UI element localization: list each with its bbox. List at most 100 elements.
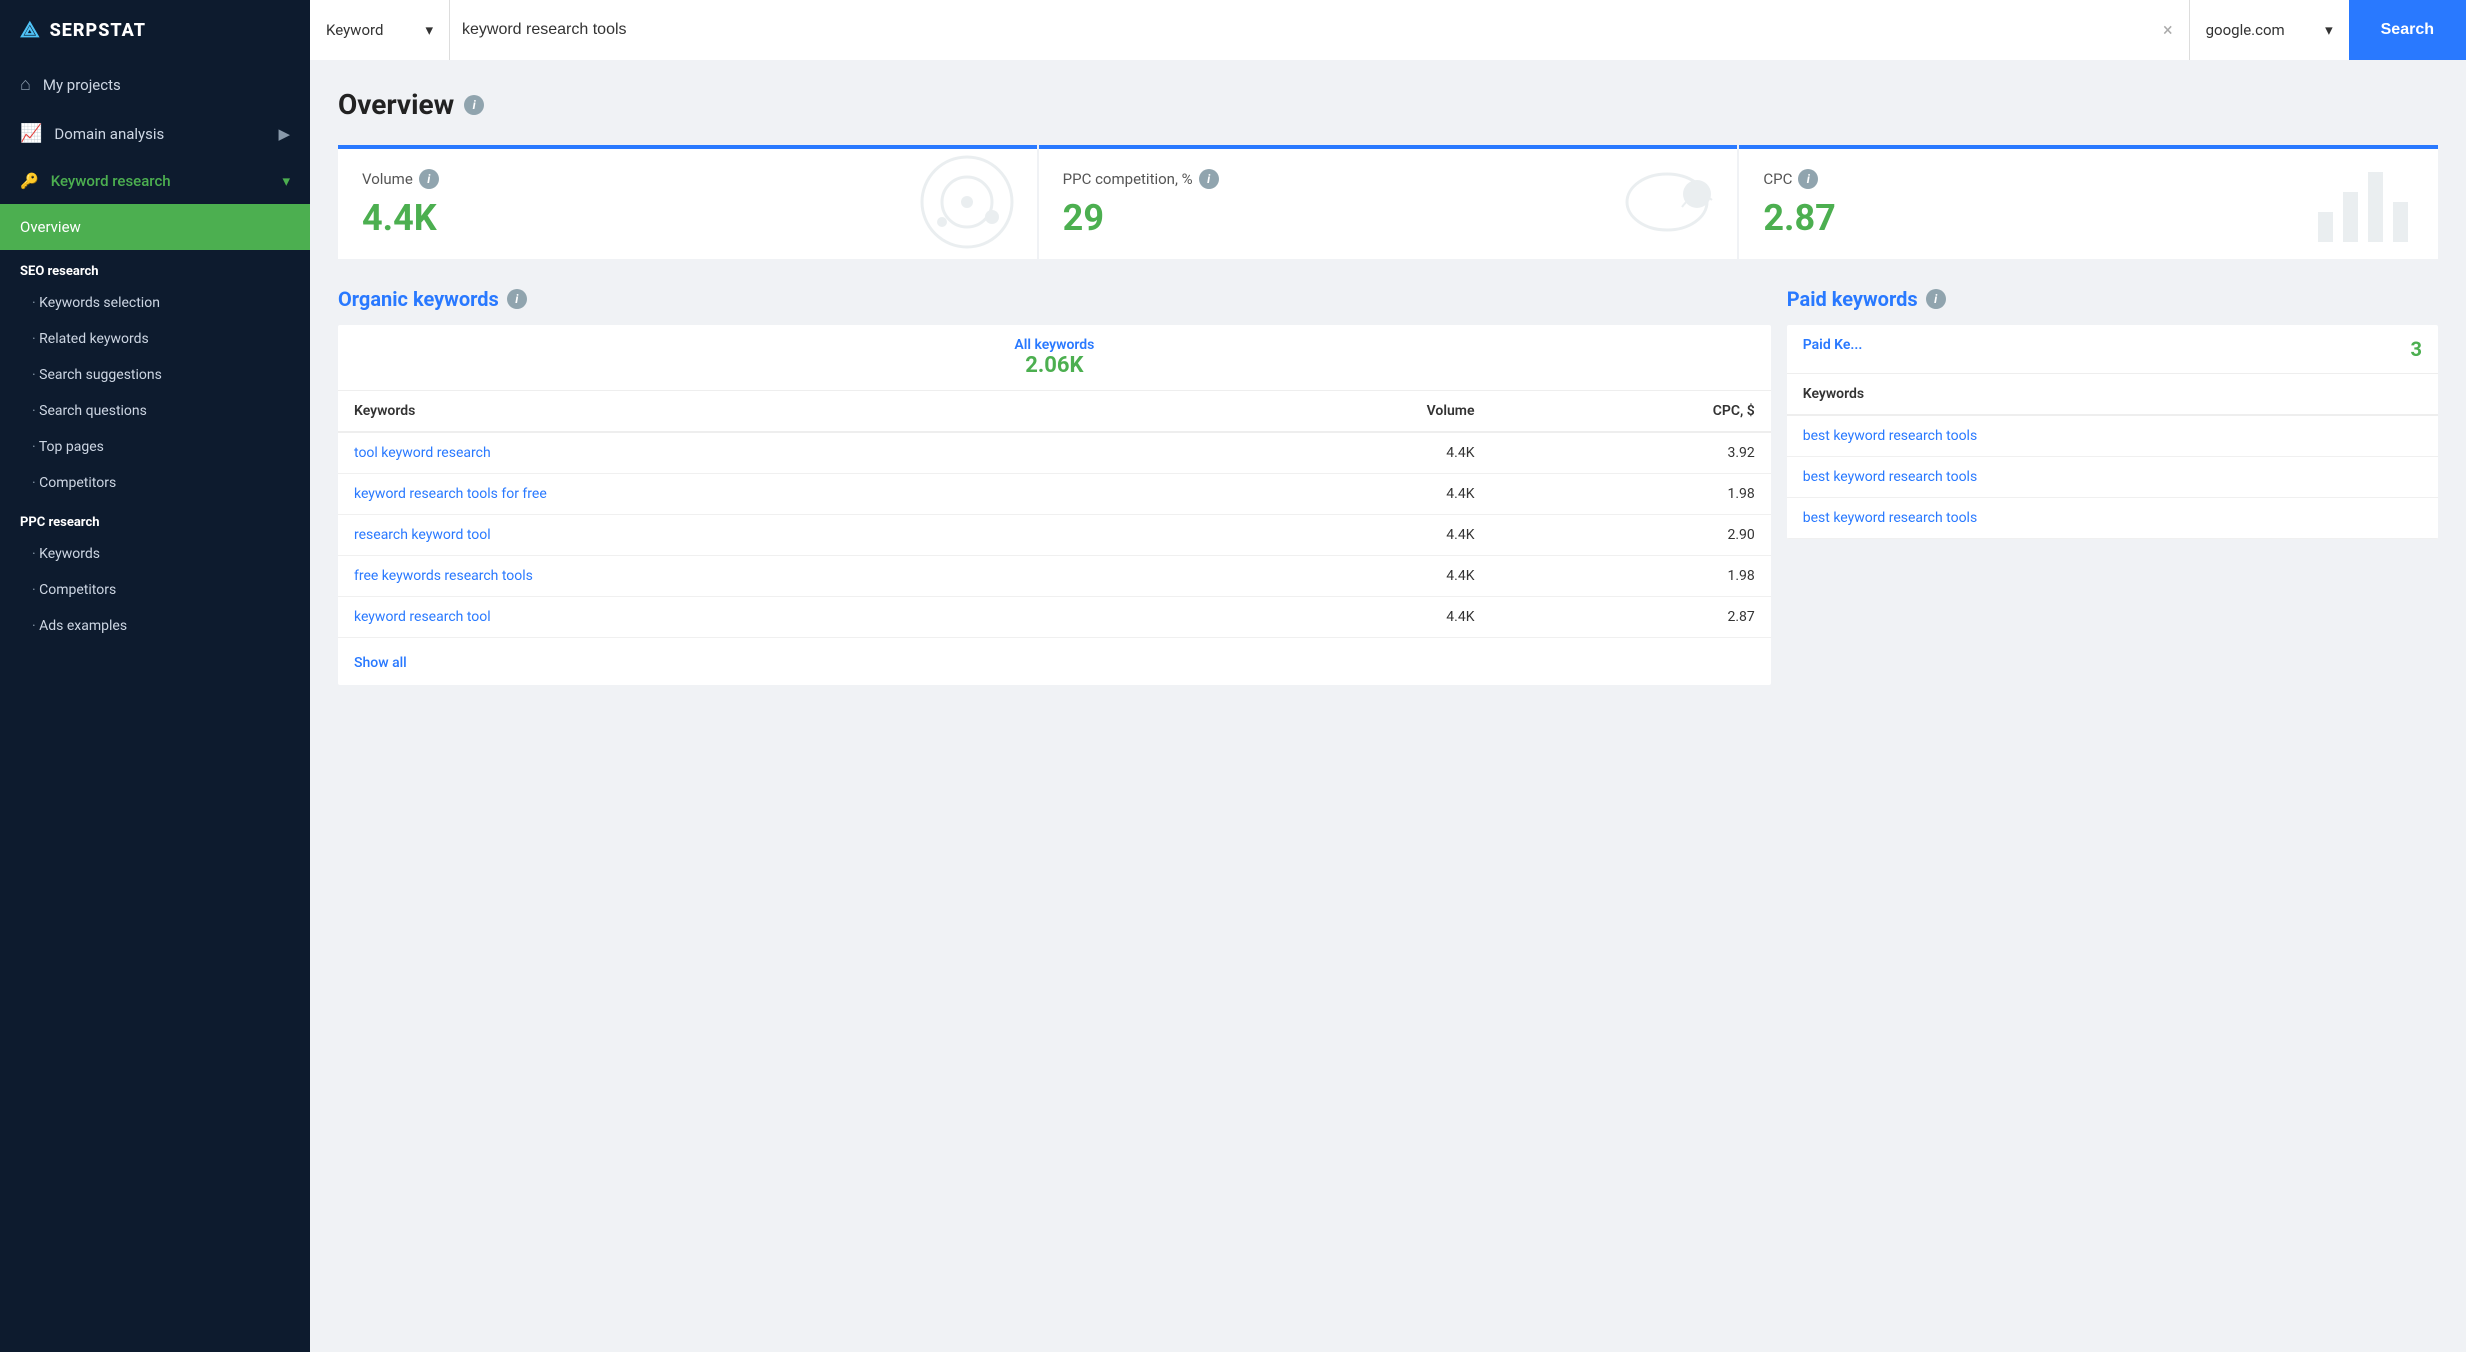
table-row: tool keyword research 4.4K 3.92 — [338, 432, 1771, 474]
paid-keyword-cell: best keyword research tools — [1787, 498, 2438, 539]
ppc-research-header: PPC research — [0, 501, 310, 536]
all-keywords-label: All keywords — [350, 337, 1759, 353]
sidebar-label-my-projects: My projects — [43, 76, 121, 94]
main-content: Overview i Volume i 4.4K — [310, 60, 2466, 1352]
paid-section-title: Paid keywords i — [1787, 287, 2438, 311]
stat-cards: Volume i 4.4K — [338, 145, 2438, 259]
search-type-dropdown[interactable]: Keyword ▾ — [310, 0, 450, 60]
show-all-row: Show all — [338, 638, 1771, 685]
volume-cell: 4.4K — [1188, 556, 1490, 597]
table-row: keyword research tool 4.4K 2.87 — [338, 597, 1771, 638]
chevron-down-icon: ▾ — [425, 21, 433, 39]
sidebar-item-overview[interactable]: Overview — [0, 204, 310, 250]
paid-table-card: Paid Ke... 3 Keywords best keyword resea… — [1787, 325, 2438, 539]
search-type-label: Keyword — [326, 21, 383, 39]
paid-info-icon[interactable]: i — [1926, 289, 1946, 309]
sidebar-item-search-suggestions[interactable]: Search suggestions — [0, 357, 310, 393]
ppc-label: PPC competition, % — [1063, 170, 1193, 188]
organic-table: Keywords Volume CPC, $ tool keyword rese… — [338, 391, 1771, 638]
stat-card-volume: Volume i 4.4K — [338, 145, 1037, 259]
table-row: research keyword tool 4.4K 2.90 — [338, 515, 1771, 556]
sidebar-label-domain-analysis: Domain analysis — [54, 125, 164, 143]
logo-icon: ⟁ — [20, 18, 40, 43]
sidebar: ⌂ My projects 📈 Domain analysis ▶ 🔑 Keyw… — [0, 60, 310, 1352]
keyword-cell: tool keyword research — [338, 432, 1188, 474]
cpc-deco-icon — [2308, 152, 2428, 256]
logo-area: ⟁ SERPSTAT — [0, 18, 310, 43]
sidebar-item-search-questions[interactable]: Search questions — [0, 393, 310, 429]
show-all-link[interactable]: Show all — [354, 655, 407, 671]
table-row: best keyword research tools — [1787, 415, 2438, 457]
page-title: Overview i — [338, 88, 2438, 121]
volume-info-icon[interactable]: i — [419, 169, 439, 189]
paid-table: Keywords best keyword research tools bes… — [1787, 374, 2438, 539]
sidebar-item-ppc-competitors[interactable]: Competitors — [0, 572, 310, 608]
keyword-cell: keyword research tool — [338, 597, 1188, 638]
chart-icon: 📈 — [20, 123, 42, 144]
organic-col: Organic keywords i All keywords 2.06K Ke… — [338, 287, 1771, 685]
organic-info-icon[interactable]: i — [507, 289, 527, 309]
overview-info-icon[interactable]: i — [464, 95, 484, 115]
volume-cell: 4.4K — [1188, 474, 1490, 515]
seo-research-header: SEO research — [0, 250, 310, 285]
logo-text: SERPSTAT — [50, 20, 146, 41]
volume-deco-icon — [907, 152, 1027, 256]
cpc-label: CPC — [1763, 170, 1792, 188]
sidebar-item-my-projects[interactable]: ⌂ My projects — [0, 60, 310, 109]
cpc-cell: 2.87 — [1491, 597, 1771, 638]
engine-label: google.com — [2206, 21, 2285, 39]
volume-cell: 4.4K — [1188, 432, 1490, 474]
chevron-right-icon: ▶ — [278, 125, 290, 143]
search-button[interactable]: Search — [2349, 0, 2466, 60]
volume-label: Volume — [362, 170, 413, 188]
table-row: best keyword research tools — [1787, 498, 2438, 539]
volume-cell: 4.4K — [1188, 597, 1490, 638]
cpc-cell: 1.98 — [1491, 556, 1771, 597]
cpc-info-icon[interactable]: i — [1798, 169, 1818, 189]
col-header-cpc: CPC, $ — [1491, 391, 1771, 432]
table-row: best keyword research tools — [1787, 457, 2438, 498]
search-bar: Keyword ▾ × google.com ▾ Search — [310, 0, 2466, 60]
paid-header-row: Paid Ke... 3 — [1787, 325, 2438, 374]
paid-keywords-label: Paid Ke... — [1803, 337, 1863, 361]
sidebar-item-domain-analysis[interactable]: 📈 Domain analysis ▶ — [0, 109, 310, 158]
chevron-down-icon: ▾ — [2325, 21, 2333, 39]
sidebar-item-related-keywords[interactable]: Related keywords — [0, 321, 310, 357]
key-icon: 🔑 — [20, 172, 39, 190]
organic-table-card: All keywords 2.06K Keywords Volume CPC, … — [338, 325, 1771, 685]
paid-count: 3 — [2411, 337, 2422, 361]
table-row: free keywords research tools 4.4K 1.98 — [338, 556, 1771, 597]
cpc-cell: 1.98 — [1491, 474, 1771, 515]
ppc-value: 29 — [1063, 197, 1219, 239]
col-header-keywords: Keywords — [338, 391, 1188, 432]
sidebar-item-competitors-seo[interactable]: Competitors — [0, 465, 310, 501]
sidebar-label-keyword-research: Keyword research — [51, 172, 171, 190]
search-input[interactable] — [462, 21, 2159, 39]
paid-keyword-cell: best keyword research tools — [1787, 415, 2438, 457]
chevron-down-icon: ▾ — [282, 172, 290, 190]
volume-cell: 4.4K — [1188, 515, 1490, 556]
cpc-cell: 2.90 — [1491, 515, 1771, 556]
sidebar-item-ppc-keywords[interactable]: Keywords — [0, 536, 310, 572]
topbar: ⟁ SERPSTAT Keyword ▾ × google.com ▾ Sear… — [0, 0, 2466, 60]
sidebar-item-ads-examples[interactable]: Ads examples — [0, 608, 310, 644]
stat-card-ppc: PPC competition, % i 29 — [1039, 145, 1738, 259]
keyword-cell: keyword research tools for free — [338, 474, 1188, 515]
ppc-deco-icon — [1607, 152, 1727, 256]
volume-value: 4.4K — [362, 197, 439, 239]
keywords-sections: Organic keywords i All keywords 2.06K Ke… — [338, 287, 2438, 685]
table-row: keyword research tools for free 4.4K 1.9… — [338, 474, 1771, 515]
search-input-wrap: × — [450, 0, 2189, 60]
cpc-value: 2.87 — [1763, 197, 1835, 239]
sidebar-item-keywords-selection[interactable]: Keywords selection — [0, 285, 310, 321]
sidebar-item-top-pages[interactable]: Top pages — [0, 429, 310, 465]
sidebar-label-overview: Overview — [20, 218, 81, 236]
sidebar-item-keyword-research[interactable]: 🔑 Keyword research ▾ — [0, 158, 310, 204]
keyword-cell: free keywords research tools — [338, 556, 1188, 597]
engine-dropdown[interactable]: google.com ▾ — [2189, 0, 2349, 60]
stat-card-cpc: CPC i 2.87 — [1739, 145, 2438, 259]
clear-icon[interactable]: × — [2159, 16, 2177, 45]
col-header-volume: Volume — [1188, 391, 1490, 432]
paid-keyword-cell: best keyword research tools — [1787, 457, 2438, 498]
ppc-info-icon[interactable]: i — [1199, 169, 1219, 189]
